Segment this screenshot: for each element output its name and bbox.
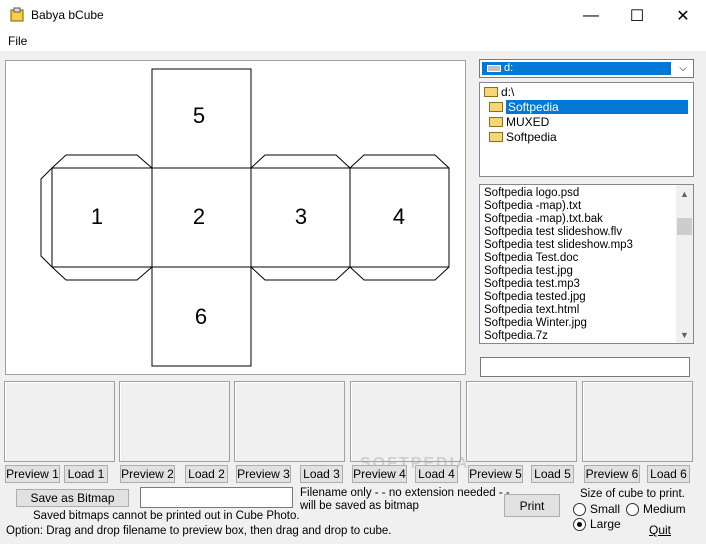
radio-large[interactable]: Large [573,517,621,531]
dir-item[interactable]: d:\ [484,85,514,99]
dir-item[interactable]: MUXED [489,115,549,129]
radio-small[interactable]: Small [573,502,620,516]
preview-1-button[interactable]: Preview 1 [5,465,60,483]
file-item[interactable]: Softpedia.7z [480,330,675,343]
load-2-button[interactable]: Load 2 [185,465,228,483]
face-label-4: 4 [393,204,405,229]
folder-icon [489,132,503,142]
face-label-5: 5 [193,103,205,128]
preview-box-6[interactable] [582,381,693,462]
cube-canvas[interactable]: 5 1 2 3 4 6 [5,60,466,375]
open-folder-icon [484,87,498,97]
face-label-3: 3 [295,204,307,229]
close-button[interactable]: ✕ [660,0,706,31]
scroll-thumb[interactable] [677,218,692,235]
file-item[interactable]: Softpedia test slideshow.mp3 [480,239,675,252]
filename-field[interactable] [480,357,690,377]
radio-large-indicator[interactable] [573,517,586,531]
drive-select[interactable]: d: ⌵ [479,59,694,78]
dir-item[interactable]: Softpedia [489,100,691,114]
vertical-scrollbar[interactable]: ▲ ▼ [676,185,693,343]
glue-tab [250,266,351,281]
load-1-button[interactable]: Load 1 [64,465,108,483]
scroll-up-icon[interactable]: ▲ [676,185,693,202]
title-bar: Babya bCube — ☐ ✕ [0,0,706,31]
radio-medium-indicator[interactable] [626,502,639,516]
bitmap-note: Saved bitmaps cannot be printed out in C… [33,510,300,522]
file-item[interactable]: Softpedia test.jpg [480,265,675,278]
dir-item[interactable]: Softpedia [489,130,557,144]
folder-icon [489,117,503,127]
load-3-button[interactable]: Load 3 [300,465,343,483]
glue-tab [250,154,351,169]
preview-box-2[interactable] [119,381,230,462]
radio-large-label: Large [590,517,621,531]
file-items: Softpedia logo.psd Softpedia -map).txt Sof… [480,187,675,343]
face-label-6: 6 [195,304,207,329]
load-5-button[interactable]: Load 5 [531,465,574,483]
preview-4-button[interactable]: Preview 4 [352,465,407,483]
preview-2-button[interactable]: Preview 2 [120,465,175,483]
save-as-bitmap-button[interactable]: Save as Bitmap [16,489,129,507]
file-item[interactable]: Softpedia -map).txt [480,200,675,213]
radio-small-indicator[interactable] [573,502,586,516]
preview-box-1[interactable] [4,381,115,462]
preview-3-button[interactable]: Preview 3 [236,465,291,483]
cube-net-diagram: 5 1 2 3 4 6 [40,68,450,367]
bitmap-hint-line2: will be saved as bitmap [300,500,419,512]
option-instructions: Option: Drag and drop filename to previe… [6,525,392,537]
file-item[interactable]: Softpedia logo.psd [480,187,675,200]
bitmap-hint-line1: Filename only - - no extension needed - … [300,487,510,499]
maximize-button[interactable]: ☐ [614,0,660,31]
chevron-down-icon[interactable]: ⌵ [673,60,693,77]
file-list[interactable]: Softpedia logo.psd Softpedia -map).txt Sof… [479,184,694,344]
preview-box-3[interactable] [234,381,345,462]
bitmap-filename-field[interactable] [140,487,293,508]
menu-file[interactable]: File [8,34,27,48]
menu-bar: File [0,31,706,51]
print-size-label: Size of cube to print. [580,488,685,500]
preview-6-button[interactable]: Preview 6 [584,465,640,483]
radio-small-label: Small [590,502,621,516]
load-4-button[interactable]: Load 4 [415,465,458,483]
preview-box-5[interactable] [466,381,577,462]
directory-list[interactable]: d:\ Softpedia MUXED Softpedia [479,82,694,177]
glue-tab [349,266,450,281]
face-label-1: 1 [91,204,103,229]
glue-tab [40,167,53,268]
open-folder-icon [489,102,503,112]
quit-link[interactable]: Quit [649,523,671,537]
preview-box-4[interactable] [350,381,461,462]
print-button[interactable]: Print [504,494,560,517]
scroll-down-icon[interactable]: ▼ [676,326,693,343]
app-icon [10,7,24,22]
glue-tab [51,266,153,281]
preview-5-button[interactable]: Preview 5 [468,465,523,483]
file-item[interactable]: Softpedia text.html [480,304,675,317]
drive-icon [487,65,501,72]
radio-medium[interactable]: Medium [626,502,686,516]
file-item[interactable]: Softpedia Test.doc [480,252,675,265]
drive-selected: d: [482,62,671,75]
file-item[interactable]: Softpedia tested.jpg [480,291,675,304]
glue-tab [51,154,153,169]
window-title: Babya bCube [31,8,104,22]
radio-medium-label: Medium [643,502,686,516]
minimize-button[interactable]: — [568,0,614,31]
file-item[interactable]: Softpedia -map).txt.bak [480,213,675,226]
file-item[interactable]: Softpedia Winter.jpg [480,317,675,330]
load-6-button[interactable]: Load 6 [647,465,690,483]
file-item[interactable]: Softpedia test slideshow.flv [480,226,675,239]
glue-tab [349,154,450,169]
drive-label: d: [504,62,514,74]
face-label-2: 2 [193,204,205,229]
file-item[interactable]: Softpedia test.mp3 [480,278,675,291]
